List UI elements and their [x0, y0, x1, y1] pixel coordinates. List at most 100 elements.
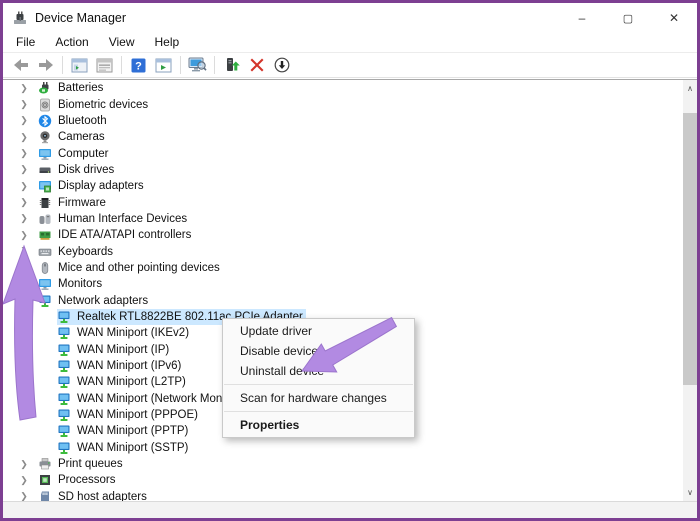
tree-item-content[interactable]: IDE ATA/ATAPI controllers — [38, 227, 194, 243]
chevron-right-icon[interactable]: ❯ — [19, 246, 29, 257]
tree-item-content[interactable]: Display adapters — [38, 178, 147, 194]
menu-action[interactable]: Action — [45, 33, 98, 52]
toolbar-divider — [3, 77, 697, 78]
tree-item-human-interface-devices[interactable]: ❯ Human Interface Devices — [3, 211, 683, 227]
chevron-down-icon[interactable]: ❯ — [19, 296, 30, 306]
back-icon[interactable] — [11, 56, 30, 75]
tree-item-mice-and-other-pointing-devices[interactable]: ❯ Mice and other pointing devices — [3, 260, 683, 276]
chevron-right-icon[interactable]: ❯ — [19, 459, 29, 470]
chevron-right-icon[interactable]: ❯ — [19, 230, 29, 241]
context-menu-update-driver[interactable]: Update driver — [223, 321, 414, 341]
minimize-button[interactable]: – — [559, 3, 605, 33]
help-icon[interactable]: ? — [129, 56, 148, 75]
chevron-right-icon[interactable]: ❯ — [19, 181, 29, 192]
scan-computer-icon[interactable] — [188, 56, 207, 75]
tree-item-content[interactable]: Bluetooth — [38, 113, 110, 129]
close-button[interactable]: ✕ — [651, 3, 697, 33]
tree-item-content[interactable]: WAN Miniport (Network Monitor) — [57, 391, 245, 407]
tree-item-content[interactable]: Processors — [38, 472, 119, 488]
tree-item-biometric-devices[interactable]: ❯ Biometric devices — [3, 96, 683, 112]
tree-item-content[interactable]: Print queues — [38, 456, 126, 472]
menu-view[interactable]: View — [99, 33, 145, 52]
tree-item-content[interactable]: WAN Miniport (IPv6) — [57, 358, 184, 374]
chevron-right-icon[interactable]: ❯ — [19, 279, 29, 290]
vertical-scrollbar[interactable]: ∧ ∨ — [683, 80, 697, 501]
toolbar: ? — [3, 53, 697, 77]
tree-item-label: WAN Miniport (PPPOE) — [77, 409, 198, 421]
chevron-right-icon[interactable]: ❯ — [19, 99, 29, 110]
network-icon — [57, 310, 71, 324]
tree-item-content[interactable]: Firmware — [38, 195, 109, 211]
tree-item-wan-miniport-sstp[interactable]: WAN Miniport (SSTP) — [3, 440, 683, 456]
tree-item-content[interactable]: Human Interface Devices — [38, 211, 190, 227]
context-menu-disable-device[interactable]: Disable device — [223, 341, 414, 361]
tree-item-bluetooth[interactable]: ❯ Bluetooth — [3, 113, 683, 129]
chevron-right-icon[interactable]: ❯ — [19, 132, 29, 143]
menu-help[interactable]: Help — [145, 33, 190, 52]
uninstall-icon[interactable] — [247, 56, 266, 75]
tree-item-content[interactable]: Biometric devices — [38, 97, 151, 113]
show-window-icon[interactable] — [154, 56, 173, 75]
chevron-right-icon[interactable]: ❯ — [19, 475, 29, 486]
window-title: Device Manager — [35, 3, 126, 33]
scroll-up-icon[interactable]: ∧ — [683, 80, 697, 97]
tree-item-label: Batteries — [58, 82, 103, 94]
scroll-down-icon[interactable]: ∨ — [683, 484, 697, 501]
chevron-right-icon[interactable]: ❯ — [19, 213, 29, 224]
scrollbar-thumb[interactable] — [683, 113, 697, 385]
chevron-right-icon[interactable]: ❯ — [19, 83, 29, 94]
chevron-right-icon[interactable]: ❯ — [19, 148, 29, 159]
toolbar-separator — [214, 56, 215, 74]
chevron-right-icon[interactable]: ❯ — [19, 197, 29, 208]
chevron-right-icon[interactable]: ❯ — [19, 115, 29, 126]
tree-item-disk-drives[interactable]: ❯ Disk drives — [3, 162, 683, 178]
tree-item-content[interactable]: Disk drives — [38, 162, 117, 178]
tree-item-content[interactable]: Keyboards — [38, 244, 116, 260]
tree-item-ide-ata-atapi-controllers[interactable]: ❯ IDE ATA/ATAPI controllers — [3, 227, 683, 243]
tree-item-content[interactable]: Mice and other pointing devices — [38, 260, 223, 276]
tree-item-display-adapters[interactable]: ❯ Display adapters — [3, 178, 683, 194]
tree-item-processors[interactable]: ❯ Processors — [3, 472, 683, 488]
tree-item-content[interactable]: WAN Miniport (PPTP) — [57, 423, 191, 439]
context-menu-scan-for-hardware-changes[interactable]: Scan for hardware changes — [223, 388, 414, 408]
tree-item-content[interactable]: WAN Miniport (SSTP) — [57, 440, 191, 456]
camera-icon — [38, 130, 52, 144]
tree-item-batteries[interactable]: ❯ Batteries — [3, 80, 683, 96]
menu-bar: FileActionViewHelp — [3, 33, 697, 52]
device-manager-window: Device Manager –▢✕ FileActionViewHelp ? … — [0, 0, 700, 521]
tree-item-label: Cameras — [58, 131, 105, 143]
tree-item-label: Biometric devices — [58, 99, 148, 111]
forward-icon[interactable] — [36, 56, 55, 75]
chevron-right-icon[interactable]: ❯ — [19, 491, 29, 501]
tree-item-content[interactable]: Batteries — [38, 80, 106, 96]
console-window-icon[interactable] — [70, 56, 89, 75]
context-menu-properties[interactable]: Properties — [223, 415, 414, 435]
tree-item-content[interactable]: Computer — [38, 146, 112, 162]
tree-item-content[interactable]: Network adapters — [38, 293, 151, 309]
tree-item-keyboards[interactable]: ❯ Keyboards — [3, 243, 683, 259]
tree-item-content[interactable]: WAN Miniport (IP) — [57, 342, 172, 358]
tree-item-print-queues[interactable]: ❯ Print queues — [3, 456, 683, 472]
tree-item-content[interactable]: WAN Miniport (IKEv2) — [57, 325, 192, 341]
chevron-right-icon[interactable]: ❯ — [19, 164, 29, 175]
tree-item-network-adapters[interactable]: ❯ Network adapters — [3, 292, 683, 308]
tree-item-monitors[interactable]: ❯ Monitors — [3, 276, 683, 292]
update-driver-icon[interactable] — [222, 56, 241, 75]
tree-item-content[interactable]: WAN Miniport (PPPOE) — [57, 407, 201, 423]
properties-window-icon[interactable] — [95, 56, 114, 75]
tree-item-content[interactable]: Cameras — [38, 129, 108, 145]
disable-icon[interactable] — [272, 56, 291, 75]
tree-item-cameras[interactable]: ❯ Cameras — [3, 129, 683, 145]
chevron-right-icon[interactable]: ❯ — [19, 262, 29, 273]
tree-item-content[interactable]: WAN Miniport (L2TP) — [57, 374, 189, 390]
menu-file[interactable]: File — [6, 33, 45, 52]
context-menu: Update driverDisable deviceUninstall dev… — [222, 318, 415, 438]
tree-item-firmware[interactable]: ❯ Firmware — [3, 194, 683, 210]
tree-item-computer[interactable]: ❯ Computer — [3, 145, 683, 161]
maximize-button[interactable]: ▢ — [605, 3, 651, 33]
context-menu-uninstall-device[interactable]: Uninstall device — [223, 361, 414, 381]
tree-item-sd-host-adapters[interactable]: ❯ SD host adapters — [3, 489, 683, 501]
tree-item-content[interactable]: SD host adapters — [38, 489, 150, 501]
tree-item-content[interactable]: Monitors — [38, 276, 105, 292]
window-controls: –▢✕ — [559, 3, 697, 33]
